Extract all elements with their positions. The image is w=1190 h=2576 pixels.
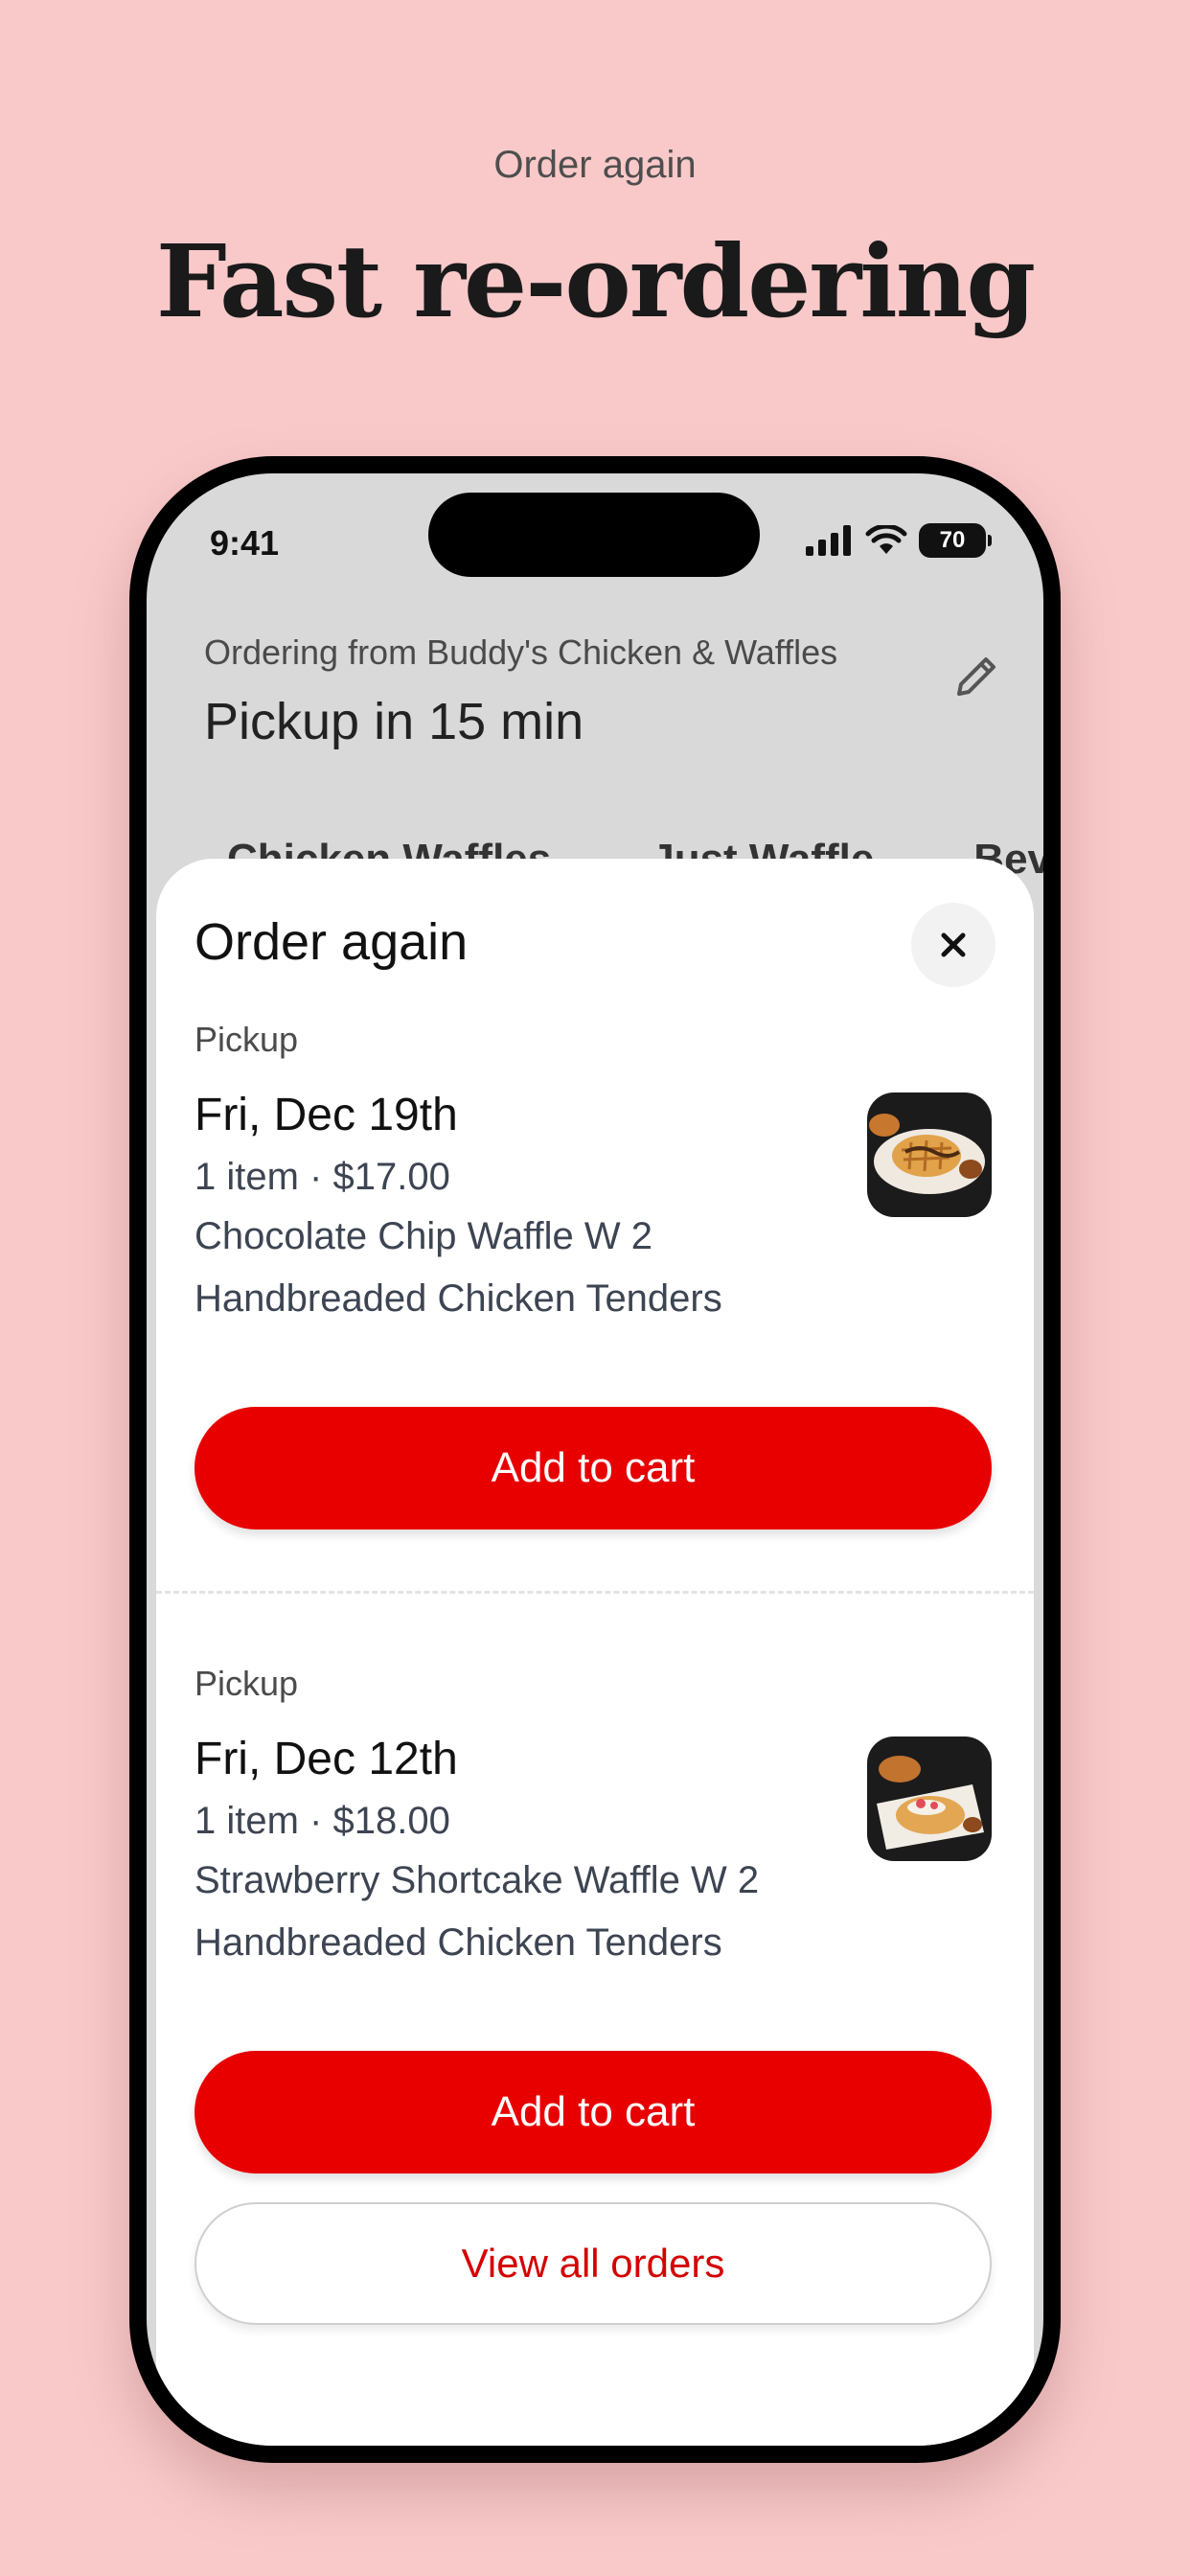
order-type: Pickup — [195, 1664, 299, 1703]
order-again-sheet: Order again Pickup Fri, Dec 19th 1 item … — [156, 859, 1034, 2446]
food-thumbnail — [867, 1092, 992, 1217]
close-button[interactable] — [911, 903, 995, 987]
order-description: Chocolate Chip Waffle W 2 Handbreaded Ch… — [195, 1215, 722, 1320]
sheet-title: Order again — [195, 913, 469, 971]
battery-icon: 70 — [919, 523, 992, 558]
phone-frame: 9:41 70 Ordering from Buddy's Chicken & … — [129, 456, 1061, 2463]
promo-headline: Fast re-ordering — [155, 222, 1036, 340]
close-icon — [941, 932, 966, 957]
order-type: Pickup — [195, 1020, 299, 1059]
order-meta: 1 item · $18.00 — [195, 1800, 450, 1842]
signal-icon — [806, 525, 851, 556]
add-to-cart-button[interactable]: Add to cart — [195, 1407, 992, 1530]
order-meta: 1 item · $17.00 — [195, 1156, 450, 1198]
status-time: 9:41 — [210, 523, 280, 563]
order-description: Strawberry Shortcake Waffle W 2 Handbrea… — [195, 1859, 760, 1964]
dynamic-island — [428, 493, 760, 577]
promo-eyebrow: Order again — [493, 144, 697, 186]
divider — [156, 1591, 1034, 1594]
pencil-icon[interactable] — [948, 648, 1005, 705]
add-to-cart-button[interactable]: Add to cart — [195, 2051, 992, 2174]
food-thumbnail — [867, 1736, 992, 1861]
ordering-from-label: Ordering from Buddy's Chicken & Waffles — [204, 632, 838, 672]
phone-screen: 9:41 70 Ordering from Buddy's Chicken & … — [147, 473, 1043, 2446]
view-all-orders-button[interactable]: View all orders — [195, 2202, 992, 2325]
wifi-icon — [865, 525, 907, 554]
order-date: Fri, Dec 19th — [195, 1090, 458, 1140]
pickup-time[interactable]: Pickup in 15 min — [204, 692, 584, 751]
status-icons: 70 — [806, 521, 992, 560]
order-date: Fri, Dec 12th — [195, 1734, 458, 1784]
